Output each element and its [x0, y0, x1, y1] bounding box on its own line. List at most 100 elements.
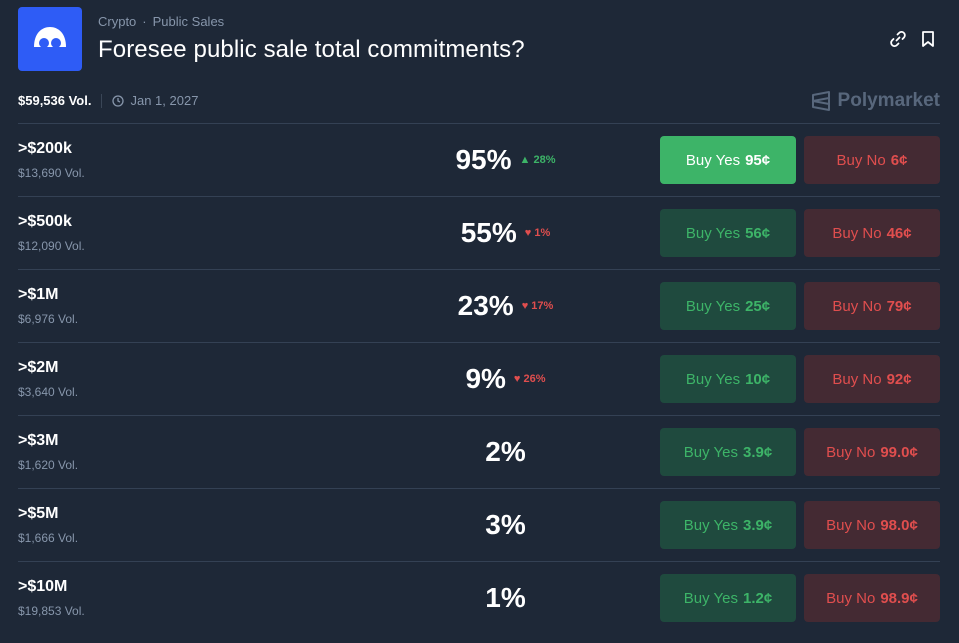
chance-value: 9% — [465, 363, 506, 394]
arrow-down-icon: ♥ — [513, 373, 521, 385]
outcome-volume: $13,690 Vol. — [18, 166, 85, 180]
outcome-volume: $3,640 Vol. — [18, 385, 79, 399]
outcome-row[interactable]: >$200k $13,690 Vol. 95% ▲ 28% Buy Yes 95¢ … — [18, 123, 940, 196]
buy-yes-button[interactable]: Buy Yes 25¢ — [660, 282, 796, 330]
breadcrumb-public-sales[interactable]: Public Sales — [153, 14, 225, 29]
buy-yes-label: Buy Yes — [685, 151, 741, 169]
chance-display: 23% ♥ 17% — [418, 290, 593, 322]
buy-no-label: Buy No — [826, 516, 876, 534]
change-indicator: ▲ 28% — [520, 154, 556, 166]
buy-yes-price: 95¢ — [745, 151, 771, 169]
outcome-label: >$10M — [18, 578, 68, 595]
breadcrumb-separator: · — [142, 14, 147, 29]
change-value: 17% — [531, 300, 554, 312]
buy-no-label: Buy No — [832, 297, 882, 315]
buy-yes-button[interactable]: Buy Yes 1.2¢ — [660, 574, 796, 622]
outcome-volume: $19,853 Vol. — [18, 604, 85, 618]
change-value: 1% — [534, 227, 551, 239]
header-actions — [889, 30, 937, 48]
link-icon[interactable] — [889, 30, 907, 48]
chance-value: 2% — [485, 436, 526, 467]
buy-yes-label: Buy Yes — [683, 443, 738, 461]
chance-value: 23% — [457, 290, 514, 321]
chance-display: 1% — [418, 582, 593, 614]
buy-no-label: Buy No — [832, 224, 882, 242]
chance-value: 95% — [455, 144, 512, 175]
buy-no-label: Buy No — [826, 443, 876, 461]
outcome-label: >$200k — [18, 140, 72, 157]
buy-no-price: 98.0¢ — [880, 516, 918, 534]
buy-no-button[interactable]: Buy No 98.0¢ — [804, 501, 940, 549]
buy-no-button[interactable]: Buy No 98.9¢ — [804, 574, 940, 622]
breadcrumb-crypto[interactable]: Crypto — [98, 14, 136, 29]
buy-no-price: 98.9¢ — [880, 589, 918, 607]
end-date: Jan 1, 2027 — [112, 93, 198, 108]
outcome-row[interactable]: >$3M $1,620 Vol. 2% Buy Yes 3.9¢ Buy No 99… — [18, 415, 940, 488]
outcome-label: >$5M — [18, 505, 59, 522]
clock-icon — [112, 94, 125, 107]
outcome-row[interactable]: >$5M $1,666 Vol. 3% Buy Yes 3.9¢ Buy No 98… — [18, 488, 940, 561]
buy-yes-price: 56¢ — [745, 224, 771, 242]
chance-value: 55% — [460, 217, 517, 248]
buy-no-price: 79¢ — [886, 297, 912, 315]
outcome-label: >$1M — [18, 286, 59, 303]
change-value: 26% — [523, 373, 546, 385]
buy-yes-button[interactable]: Buy Yes 3.9¢ — [660, 428, 796, 476]
buy-yes-label: Buy Yes — [685, 370, 741, 388]
chance-display: 55% ♥ 1% — [418, 217, 593, 249]
chance-display: 9% ♥ 26% — [418, 363, 593, 395]
outcome-row[interactable]: >$500k $12,090 Vol. 55% ♥ 1% Buy Yes 56¢ B… — [18, 196, 940, 269]
buy-yes-label: Buy Yes — [685, 297, 741, 315]
outcome-label: >$2M — [18, 359, 59, 376]
buy-yes-button[interactable]: Buy Yes 95¢ — [660, 136, 796, 184]
outcome-row[interactable]: >$2M $3,640 Vol. 9% ♥ 26% Buy Yes 10¢ Buy … — [18, 342, 940, 415]
buy-no-button[interactable]: Buy No 6¢ — [804, 136, 940, 184]
market-meta: $59,536 Vol. Jan 1, 2027 — [18, 93, 198, 108]
change-indicator: ♥ 1% — [525, 227, 551, 239]
buy-yes-label: Buy Yes — [685, 224, 741, 242]
buy-yes-button[interactable]: Buy Yes 3.9¢ — [660, 501, 796, 549]
market-logo — [18, 7, 82, 71]
buy-no-price: 92¢ — [886, 370, 912, 388]
outcome-volume: $1,666 Vol. — [18, 531, 79, 545]
outcome-row[interactable]: >$1M $6,976 Vol. 23% ♥ 17% Buy Yes 25¢ Buy… — [18, 269, 940, 342]
buy-yes-label: Buy Yes — [683, 516, 738, 534]
total-volume: $59,536 Vol. — [18, 93, 92, 108]
buy-yes-price: 25¢ — [745, 297, 771, 315]
change-indicator: ♥ 17% — [522, 300, 554, 312]
change-indicator: ♥ 26% — [514, 373, 546, 385]
meta-divider — [101, 93, 103, 108]
outcome-row[interactable]: >$10M $19,853 Vol. 1% Buy Yes 1.2¢ Buy No… — [18, 561, 940, 634]
buy-yes-price: 10¢ — [745, 370, 771, 388]
arrow-up-icon: ▲ — [519, 154, 531, 166]
buy-yes-button[interactable]: Buy Yes 56¢ — [660, 209, 796, 257]
chance-display: 3% — [418, 509, 593, 541]
outcome-label: >$500k — [18, 213, 72, 230]
bookmark-icon[interactable] — [919, 30, 937, 48]
outcome-list: >$200k $13,690 Vol. 95% ▲ 28% Buy Yes 95¢ … — [18, 123, 940, 634]
buy-yes-label: Buy Yes — [683, 589, 738, 607]
brand-logo: Polymarket — [810, 90, 940, 112]
outcome-volume: $12,090 Vol. — [18, 239, 85, 253]
chance-value: 1% — [485, 582, 526, 613]
page-title: Foresee public sale total commitments? — [98, 36, 525, 63]
buy-no-button[interactable]: Buy No 79¢ — [804, 282, 940, 330]
brand-name: Polymarket — [837, 90, 940, 111]
buy-no-price: 99.0¢ — [880, 443, 918, 461]
buy-no-button[interactable]: Buy No 92¢ — [804, 355, 940, 403]
buy-yes-button[interactable]: Buy Yes 10¢ — [660, 355, 796, 403]
buy-yes-price: 3.9¢ — [743, 443, 773, 461]
buy-yes-price: 3.9¢ — [743, 516, 773, 534]
outcome-volume: $1,620 Vol. — [18, 458, 79, 472]
chance-value: 3% — [485, 509, 526, 540]
polymarket-icon — [811, 91, 830, 111]
buy-no-label: Buy No — [836, 151, 886, 169]
outcome-volume: $6,976 Vol. — [18, 312, 79, 326]
outcome-label: >$3M — [18, 432, 59, 449]
buy-no-label: Buy No — [826, 589, 876, 607]
buy-no-label: Buy No — [832, 370, 882, 388]
arrow-down-icon: ♥ — [524, 227, 532, 239]
buy-no-button[interactable]: Buy No 99.0¢ — [804, 428, 940, 476]
chance-display: 95% ▲ 28% — [418, 144, 593, 176]
buy-no-button[interactable]: Buy No 46¢ — [804, 209, 940, 257]
